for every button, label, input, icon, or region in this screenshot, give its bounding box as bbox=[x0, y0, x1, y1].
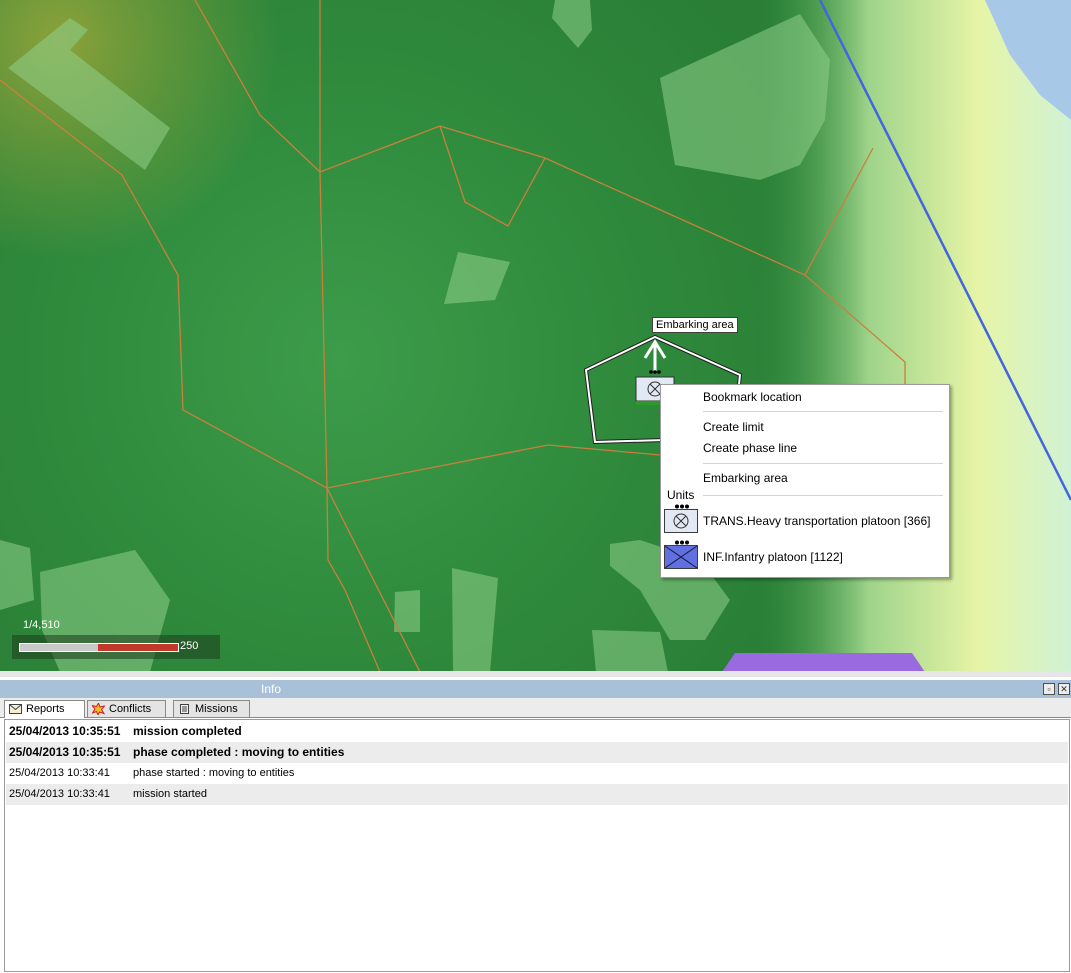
tab-reports[interactable]: Reports bbox=[4, 700, 85, 718]
explosion-icon bbox=[92, 703, 105, 715]
infantry-unit-icon bbox=[664, 545, 698, 569]
tab-conflicts[interactable]: Conflicts bbox=[87, 700, 166, 717]
map-view[interactable]: Embarking area 1/4,510 250 Bookmark loca… bbox=[0, 0, 1071, 672]
report-message: mission started bbox=[133, 788, 207, 800]
unit-label: TRANS.Heavy transportation platoon [366] bbox=[703, 514, 931, 528]
panel-splitter[interactable] bbox=[0, 671, 1071, 677]
report-time: 25/04/2013 10:35:51 bbox=[9, 745, 121, 759]
context-menu: Bookmark location Create limit Create ph… bbox=[660, 384, 950, 578]
embarking-area-label[interactable]: Embarking area bbox=[652, 317, 738, 333]
report-row[interactable]: 25/04/2013 10:35:51 phase completed : mo… bbox=[6, 742, 1068, 763]
menu-item-create-limit[interactable]: Create limit bbox=[703, 417, 764, 437]
scale-value: 250 bbox=[180, 640, 199, 652]
report-row[interactable]: 25/04/2013 10:35:51 mission completed bbox=[6, 721, 1068, 742]
report-message: phase completed : moving to entities bbox=[133, 745, 345, 759]
report-message: mission completed bbox=[133, 724, 242, 738]
float-window-icon[interactable]: ▫ bbox=[1043, 683, 1055, 695]
menu-separator bbox=[703, 411, 943, 412]
menu-item-create-phase-line[interactable]: Create phase line bbox=[703, 438, 797, 458]
tab-missions[interactable]: Missions bbox=[173, 700, 250, 717]
menu-separator bbox=[703, 463, 943, 464]
info-panel-title: Info bbox=[261, 682, 282, 696]
reports-list[interactable]: 25/04/2013 10:35:51 mission completed 25… bbox=[4, 719, 1070, 972]
transport-unit-icon bbox=[664, 509, 698, 533]
scale-ratio: 1/4,510 bbox=[23, 619, 60, 631]
list-icon bbox=[180, 704, 189, 714]
report-row[interactable]: 25/04/2013 10:33:41 mission started bbox=[6, 784, 1068, 805]
report-time: 25/04/2013 10:33:41 bbox=[9, 767, 110, 779]
report-message: phase started : moving to entities bbox=[133, 767, 295, 779]
report-time: 25/04/2013 10:33:41 bbox=[9, 788, 110, 800]
menu-separator bbox=[703, 495, 943, 496]
menu-item-bookmark-location[interactable]: Bookmark location bbox=[703, 387, 802, 407]
scale-bar bbox=[19, 643, 179, 652]
report-time: 25/04/2013 10:35:51 bbox=[9, 724, 121, 738]
report-row[interactable]: 25/04/2013 10:33:41 phase started : movi… bbox=[6, 763, 1068, 784]
menu-item-embarking-area[interactable]: Embarking area bbox=[703, 468, 788, 488]
info-tabs: Reports Conflicts Missions bbox=[0, 698, 1071, 718]
map-scale: 1/4,510 250 bbox=[12, 617, 220, 659]
close-icon[interactable]: ✕ bbox=[1058, 683, 1070, 695]
menu-units-heading: Units bbox=[667, 488, 695, 502]
unit-label: INF.Infantry platoon [1122] bbox=[703, 550, 843, 564]
envelope-icon bbox=[9, 704, 22, 714]
info-panel-titlebar: Info ▫ ✕ bbox=[0, 680, 1071, 698]
